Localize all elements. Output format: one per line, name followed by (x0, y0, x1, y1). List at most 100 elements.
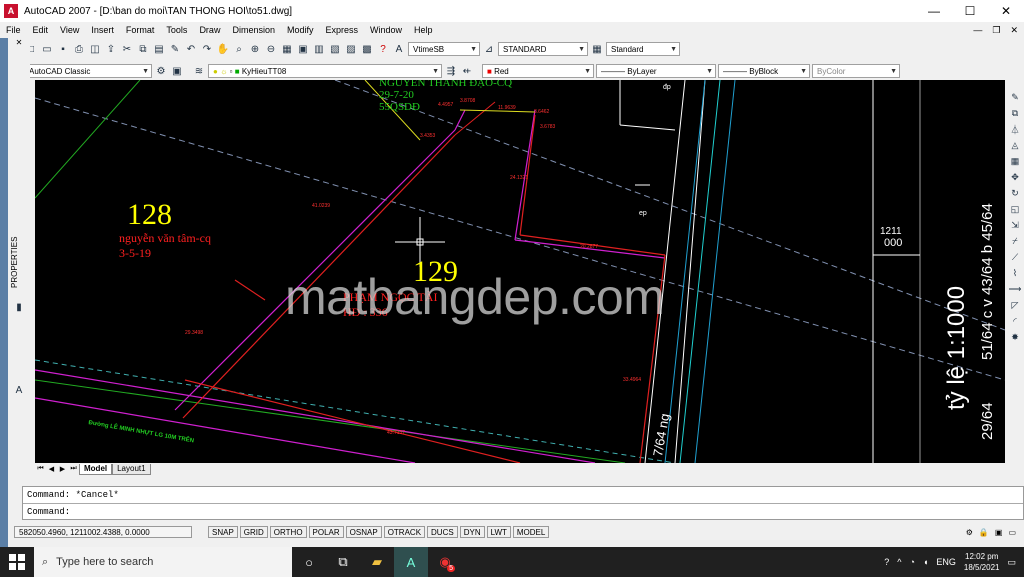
doc-restore-button[interactable]: ❐ (992, 25, 1000, 36)
tab-model[interactable]: Model (79, 463, 113, 475)
minimize-button[interactable]: — (916, 0, 952, 22)
cut-icon[interactable]: ✂ (120, 42, 134, 56)
dyn-toggle[interactable]: DYN (459, 526, 485, 538)
tray-settings-icon[interactable]: ▣ (995, 528, 1003, 537)
menu-format[interactable]: Format (120, 25, 161, 35)
open-icon[interactable]: ▭ (40, 42, 54, 56)
polar-toggle[interactable]: POLAR (308, 526, 344, 538)
properties-icon[interactable]: ▦ (280, 42, 294, 56)
array-icon[interactable]: ▦ (1008, 154, 1022, 168)
paste-icon[interactable]: ▤ (152, 42, 166, 56)
trim-icon[interactable]: ⌿ (1008, 234, 1022, 248)
publish-icon[interactable]: ⇪ (104, 42, 118, 56)
design-center-icon[interactable]: ▣ (296, 42, 310, 56)
last-tab-icon[interactable]: ⏭ (68, 465, 79, 473)
text-style-icon[interactable]: A (392, 42, 406, 56)
print-icon[interactable]: ⎙ (72, 42, 86, 56)
palette-close-icon[interactable]: ✕ (8, 38, 30, 47)
palette-grip-icon[interactable]: ▮ (12, 300, 26, 314)
first-tab-icon[interactable]: ⏮ (35, 465, 46, 473)
menu-insert[interactable]: Insert (85, 25, 120, 35)
erase-icon[interactable]: ✎ (1008, 90, 1022, 104)
ducs-toggle[interactable]: DUCS (427, 526, 458, 538)
table-style-select[interactable]: Standard ▼ (606, 42, 680, 56)
menu-window[interactable]: Window (364, 25, 408, 35)
match-prop-icon[interactable]: ✎ (168, 42, 182, 56)
model-toggle[interactable]: MODEL (512, 526, 550, 538)
ortho-toggle[interactable]: ORTHO (269, 526, 307, 538)
chamfer-icon[interactable]: ◸ (1008, 298, 1022, 312)
offset-icon[interactable]: ◬ (1008, 138, 1022, 152)
otrack-toggle[interactable]: OTRACK (383, 526, 426, 538)
join-icon[interactable]: ⟶ (1008, 282, 1022, 296)
language-indicator[interactable]: ENG (936, 557, 956, 567)
calculator-icon[interactable]: ▩ (360, 42, 374, 56)
coordinate-readout[interactable]: 582050.4960, 1211002.4388, 0.0000 (14, 526, 192, 538)
workspace-select[interactable]: AutoCAD Classic ▼ (24, 64, 152, 78)
menu-draw[interactable]: Draw (193, 25, 226, 35)
task-view-icon[interactable]: ⧉ (326, 547, 360, 577)
menu-help[interactable]: Help (408, 25, 439, 35)
prev-tab-icon[interactable]: ◀ (46, 465, 57, 473)
autocad-taskbar-icon[interactable]: A (394, 547, 428, 577)
fillet-icon[interactable]: ◜ (1008, 314, 1022, 328)
start-button[interactable] (0, 547, 34, 577)
comm-center-icon[interactable]: ⚙ (966, 528, 973, 537)
undo-icon[interactable]: ↶ (184, 42, 198, 56)
text-tool-icon[interactable]: A (12, 383, 26, 397)
rotate-icon[interactable]: ↻ (1008, 186, 1022, 200)
linetype-select[interactable]: ——— ByLayer ▼ (596, 64, 716, 78)
markup-icon[interactable]: ▨ (344, 42, 358, 56)
speaker-icon[interactable]: ◖ (923, 557, 928, 567)
clean-screen-icon[interactable]: ▭ (1008, 528, 1016, 537)
layer-previous-icon[interactable]: ⇷ (460, 64, 474, 78)
lwt-toggle[interactable]: LWT (486, 526, 511, 538)
workspace-save-icon[interactable]: ▣ (170, 64, 184, 78)
redo-icon[interactable]: ↷ (200, 42, 214, 56)
tab-layout1[interactable]: Layout1 (112, 463, 151, 475)
doc-minimize-button[interactable]: — (973, 25, 982, 35)
mirror-icon[interactable]: ⏃ (1008, 122, 1022, 136)
menu-edit[interactable]: Edit (27, 25, 55, 35)
osnap-toggle[interactable]: OSNAP (345, 526, 382, 538)
extend-icon[interactable]: ⟋ (1008, 250, 1022, 264)
save-icon[interactable]: ▪ (56, 42, 70, 56)
notification-icon[interactable]: ▭ (1007, 557, 1016, 568)
scale-icon[interactable]: ◱ (1008, 202, 1022, 216)
wifi-icon[interactable]: ◔ (910, 557, 915, 567)
explode-icon[interactable]: ✸ (1008, 330, 1022, 344)
menu-dimension[interactable]: Dimension (226, 25, 281, 35)
snap-toggle[interactable]: SNAP (208, 526, 238, 538)
app-icon-with-badge[interactable]: ◉ 5 (428, 547, 462, 577)
doc-close-button[interactable]: ✕ (1010, 25, 1018, 36)
workspace-settings-icon[interactable]: ⚙ (154, 64, 168, 78)
tool-palette-icon[interactable]: ▥ (312, 42, 326, 56)
pan-icon[interactable]: ✋ (216, 42, 230, 56)
zoom-realtime-icon[interactable]: ⌕ (232, 42, 246, 56)
menu-view[interactable]: View (54, 25, 85, 35)
close-button[interactable]: ✕ (988, 0, 1024, 22)
maximize-button[interactable]: ☐ (952, 0, 988, 22)
help-tray-icon[interactable]: ? (884, 557, 889, 567)
dim-style-icon[interactable]: ⊿ (482, 42, 496, 56)
grid-toggle[interactable]: GRID (239, 526, 268, 538)
layer-select[interactable]: ● ☼ ▫ ■ KyHieuTT08 ▼ (208, 64, 442, 78)
stretch-icon[interactable]: ⇲ (1008, 218, 1022, 232)
sheet-set-icon[interactable]: ▧ (328, 42, 342, 56)
menu-tools[interactable]: Tools (160, 25, 193, 35)
menu-modify[interactable]: Modify (281, 25, 320, 35)
dim-style-select[interactable]: STANDARD ▼ (498, 42, 588, 56)
plotstyle-select[interactable]: ByColor ▼ (812, 64, 900, 78)
zoom-window-icon[interactable]: ⊕ (248, 42, 262, 56)
menu-express[interactable]: Express (320, 25, 365, 35)
help-icon[interactable]: ? (376, 42, 390, 56)
copy-icon[interactable]: ⧉ (136, 42, 150, 56)
move-icon[interactable]: ✥ (1008, 170, 1022, 184)
taskbar-search[interactable]: ⌕ Type here to search (34, 547, 292, 577)
cortana-icon[interactable]: ○ (292, 547, 326, 577)
table-style-icon[interactable]: ▦ (590, 42, 604, 56)
clock[interactable]: 12:02 pm 18/5/2021 (964, 551, 1000, 573)
make-current-icon[interactable]: ⇶ (444, 64, 458, 78)
file-explorer-icon[interactable]: ▰ (360, 547, 394, 577)
lock-icon[interactable]: 🔒 (979, 528, 989, 537)
